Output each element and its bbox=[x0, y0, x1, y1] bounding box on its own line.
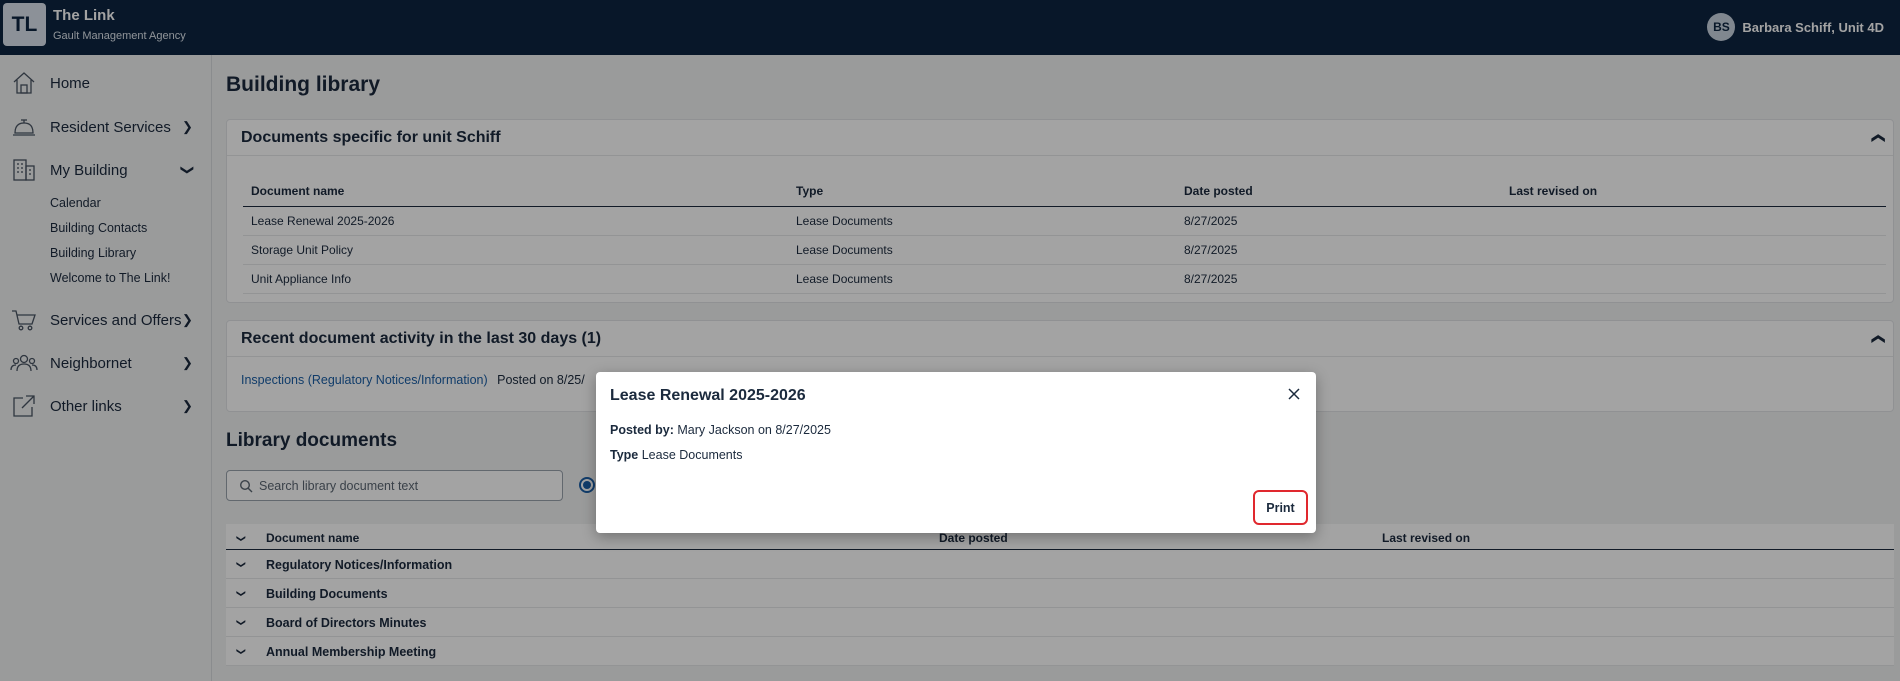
type-label: Type bbox=[610, 448, 639, 462]
dialog-title: Lease Renewal 2025-2026 bbox=[610, 387, 806, 404]
close-icon[interactable] bbox=[1284, 384, 1304, 404]
print-button[interactable]: Print bbox=[1253, 490, 1308, 525]
posted-by-line: Posted by: Mary Jackson on 8/27/2025 bbox=[610, 423, 831, 437]
type-value: Lease Documents bbox=[641, 448, 743, 462]
posted-by-label: Posted by: bbox=[610, 423, 674, 437]
posted-by-value: Mary Jackson on 8/27/2025 bbox=[677, 423, 831, 437]
modal-backdrop[interactable] bbox=[0, 0, 1900, 681]
document-details-dialog: Lease Renewal 2025-2026 Posted by: Mary … bbox=[596, 372, 1316, 533]
type-line: Type Lease Documents bbox=[610, 448, 743, 462]
